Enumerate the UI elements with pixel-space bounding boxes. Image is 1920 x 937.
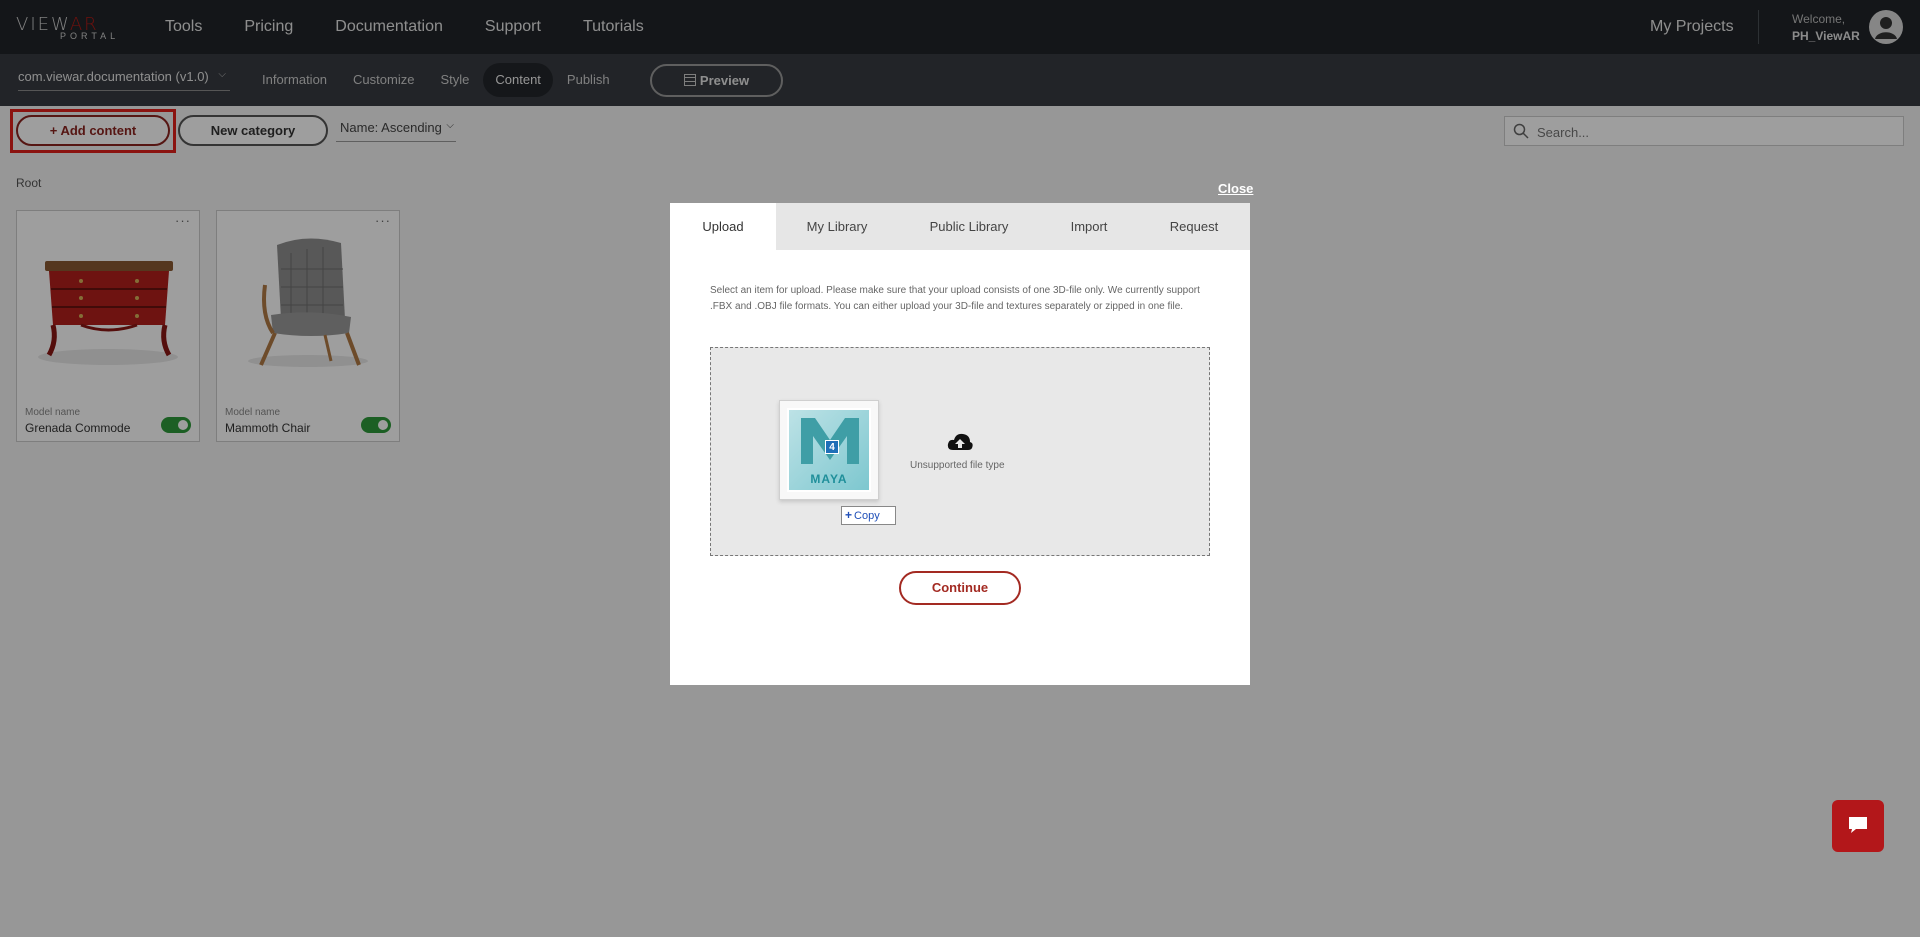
plus-icon: + <box>845 508 853 522</box>
modal-tabs: Upload My Library Public Library Import … <box>670 203 1250 250</box>
copy-drag-indicator: + Copy <box>841 506 896 525</box>
maya-file-icon: 4 MAYA <box>787 408 871 492</box>
tab-public-library[interactable]: Public Library <box>898 203 1040 250</box>
chat-button[interactable] <box>1832 800 1884 852</box>
cloud-upload-icon <box>947 433 973 450</box>
file-count-badge: 4 <box>825 440 839 454</box>
upload-status-text: Unsupported file type <box>910 460 1005 471</box>
chat-icon <box>1849 817 1867 833</box>
file-type-label: MAYA <box>810 472 848 486</box>
tab-my-library[interactable]: My Library <box>776 203 898 250</box>
tab-upload[interactable]: Upload <box>670 203 776 250</box>
tab-import[interactable]: Import <box>1040 203 1138 250</box>
tab-request[interactable]: Request <box>1138 203 1250 250</box>
upload-dropzone[interactable]: 4 MAYA + Copy Unsupported file type <box>710 347 1210 556</box>
upload-instructions: Select an item for upload. Please make s… <box>710 285 1200 312</box>
add-content-modal: Upload My Library Public Library Import … <box>670 203 1250 685</box>
continue-button[interactable]: Continue <box>899 571 1021 605</box>
close-modal-link[interactable]: Close <box>1218 181 1253 196</box>
copy-label: Copy <box>854 510 880 522</box>
dragged-file: 4 MAYA <box>779 400 879 500</box>
